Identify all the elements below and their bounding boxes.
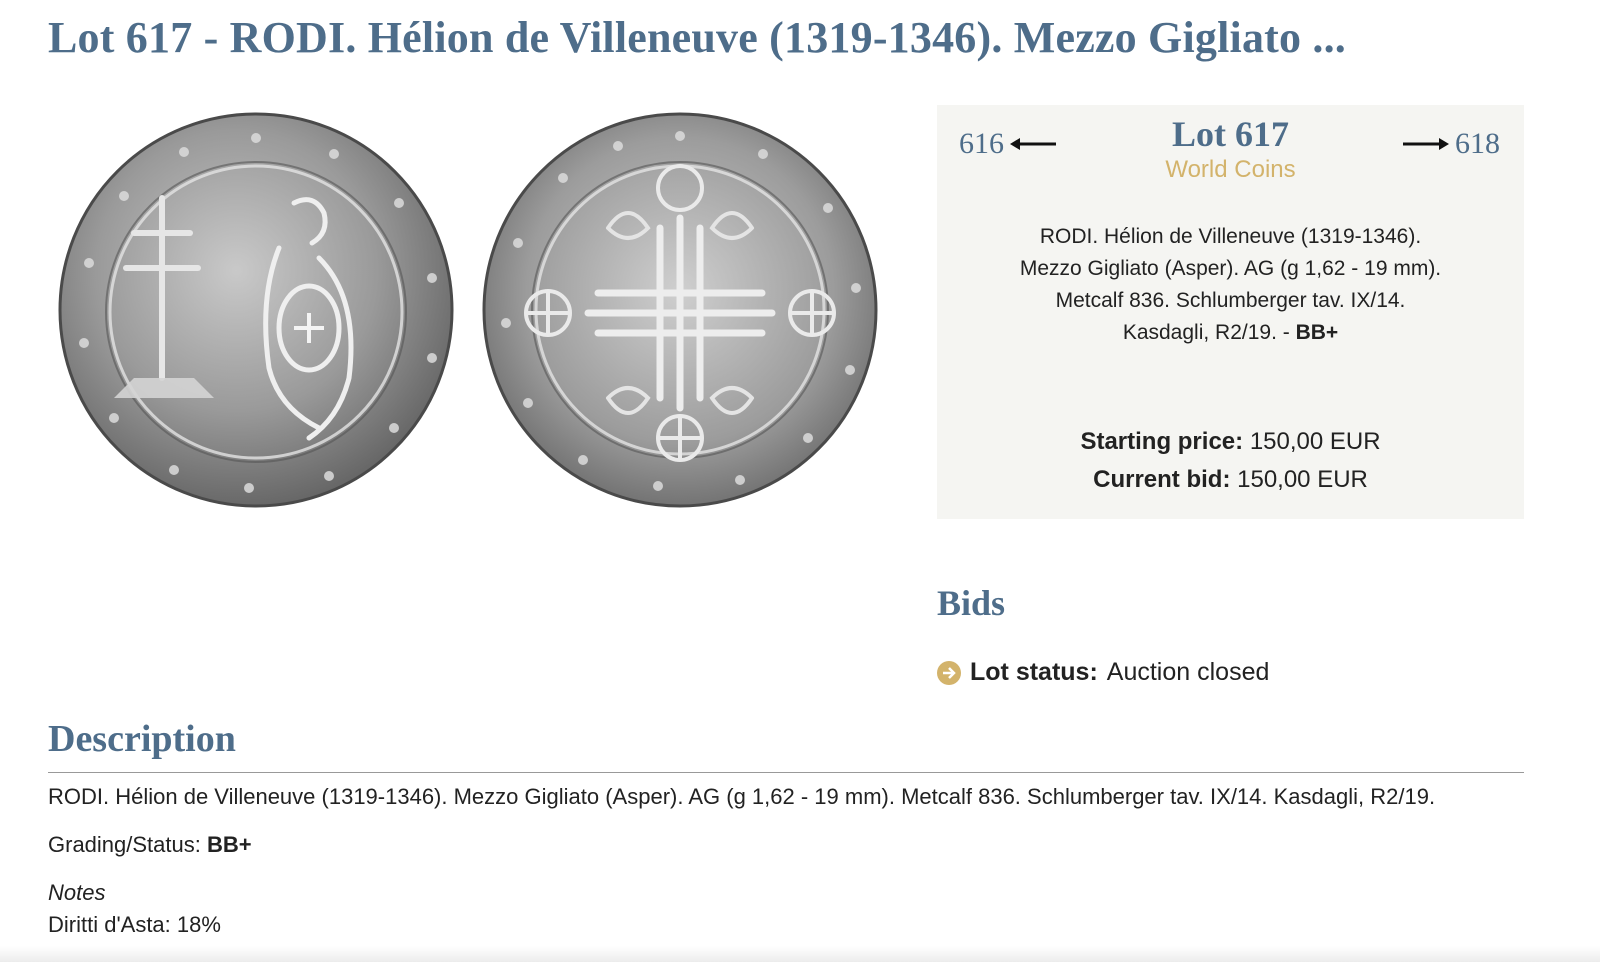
bids-heading: Bids — [937, 583, 1006, 623]
coin-reverse-image[interactable] — [478, 108, 882, 512]
current-bid: Current bid: 150,00 EUR — [937, 461, 1524, 499]
lot-status-label: Lot status: — [970, 658, 1098, 686]
starting-price-label: Starting price: — [1080, 428, 1244, 455]
starting-price-value: 150,00 EUR — [1249, 428, 1381, 455]
grading-status: Grading/Status: BB+ — [48, 832, 252, 858]
lot-summary-line: Metcalf 836. Schlumberger tav. IX/14. — [1055, 289, 1406, 312]
lot-info-panel: 616 Lot 617 World Coins 618 RODI. Hélion… — [937, 105, 1524, 519]
lot-summary-line: Mezzo Gigliato (Asper). AG (g 1,62 - 19 … — [1019, 257, 1442, 280]
page-title: Lot 617 - RODI. Hélion de Villeneuve (13… — [48, 13, 1347, 62]
lot-summary-line: Kasdagli, R2/19. - BB+ — [967, 317, 1494, 349]
notes-text: Diritti d'Asta: 18% — [48, 912, 221, 937]
coin-obverse-image[interactable] — [54, 108, 458, 512]
arrow-right-icon — [1403, 138, 1449, 150]
lot-summary-line-text: Kasdagli, R2/19. - — [1122, 321, 1296, 344]
price-block: Starting price: 150,00 EUR Current bid: … — [937, 423, 1524, 499]
next-lot-link[interactable]: 618 — [1401, 127, 1500, 161]
lot-status-value: Auction closed — [1106, 658, 1270, 686]
description-divider — [48, 772, 1524, 773]
lot-status: Lot status: Auction closed — [937, 658, 1269, 687]
lot-summary: RODI. Hélion de Villeneuve (1319-1346). … — [967, 221, 1494, 349]
lot-summary-grade: BB+ — [1295, 321, 1339, 344]
notes-label: Notes — [48, 880, 106, 905]
current-bid-value: 150,00 EUR — [1237, 466, 1368, 493]
arrow-circle-icon — [937, 660, 961, 685]
next-lot-number: 618 — [1455, 127, 1500, 160]
page-bottom-fade — [0, 946, 1600, 962]
starting-price: Starting price: 150,00 EUR — [937, 423, 1524, 461]
grading-value: BB+ — [206, 832, 252, 857]
description-text: RODI. Hélion de Villeneuve (1319-1346). … — [48, 784, 1436, 809]
description-heading: Description — [48, 718, 236, 760]
grading-label: Grading/Status: — [48, 832, 207, 857]
current-bid-label: Current bid: — [1093, 466, 1231, 493]
lot-summary-line: RODI. Hélion de Villeneuve (1319-1346). — [1039, 225, 1422, 248]
